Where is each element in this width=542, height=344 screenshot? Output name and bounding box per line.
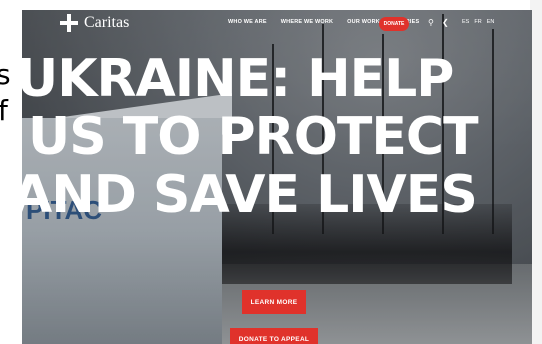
headline-line: AND SAVE LIVES	[22, 165, 478, 225]
background-text-fragment: f	[0, 94, 8, 127]
background-text-fragment: s	[0, 58, 11, 91]
headline-line: UKRAINE: HELP	[22, 49, 454, 109]
donate-button[interactable]: DONATE	[379, 17, 409, 31]
headline-line: US TO PROTECT	[28, 107, 479, 167]
lang-fr[interactable]: FR	[474, 19, 481, 25]
lang-es[interactable]: ES	[462, 19, 469, 25]
logo-text: Caritas	[84, 14, 130, 31]
hero-banner: PITAC Caritas WHO WE ARE WHERE WE WORK O…	[22, 10, 532, 344]
hero-headline: UKRAINE: HELP US TO PROTECT AND SAVE LIV…	[22, 50, 532, 224]
language-switcher: ES FR EN	[462, 19, 494, 25]
top-nav: Caritas WHO WE ARE WHERE WE WORK OUR WOR…	[22, 10, 532, 42]
donate-to-appeal-button[interactable]: DONATE TO APPEAL	[230, 328, 318, 344]
share-icon[interactable]: ❮	[442, 18, 449, 27]
caritas-logo[interactable]: Caritas	[58, 12, 129, 34]
cross-logo-icon	[58, 12, 80, 34]
nav-our-work[interactable]: OUR WORK	[347, 19, 380, 25]
nav-where-we-work[interactable]: WHERE WE WORK	[281, 19, 333, 25]
lang-en[interactable]: EN	[487, 19, 495, 25]
nav-who-we-are[interactable]: WHO WE ARE	[228, 19, 267, 25]
learn-more-button[interactable]: LEARN MORE	[242, 290, 306, 314]
search-icon[interactable]: ⚲	[428, 18, 434, 27]
